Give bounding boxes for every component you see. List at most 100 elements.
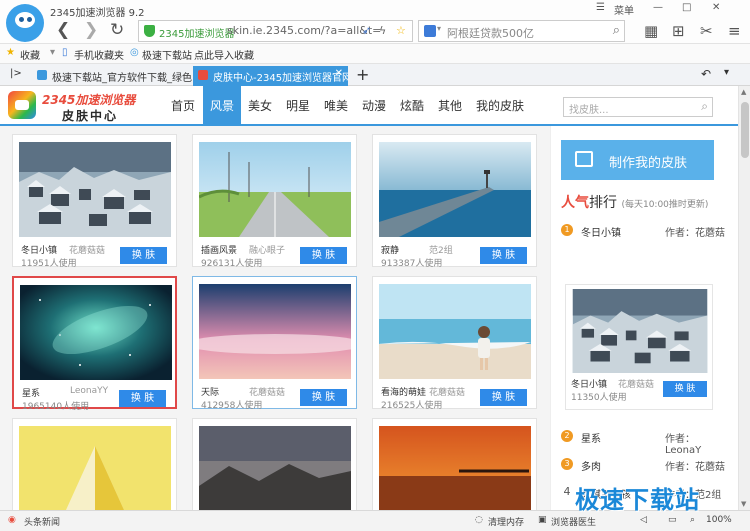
skin-center-logo-icon[interactable] — [8, 91, 36, 119]
bookmark-mobile[interactable]: 手机收藏夹 — [74, 47, 124, 62]
skin-name: 插画风景 — [201, 246, 238, 256]
nav-item[interactable]: 首页 — [163, 86, 203, 124]
skin-search-input[interactable]: 找皮肤... ⌕ — [563, 97, 713, 117]
skin-card[interactable]: 看海的萌娃 花蘑菇菇 216525人使用 换 肤 — [372, 276, 537, 411]
skin-card[interactable] — [192, 418, 357, 510]
skin-thumbnail[interactable] — [19, 142, 171, 237]
nav-item[interactable]: 唯美 — [317, 86, 355, 124]
search-icon[interactable]: ⌕ — [613, 23, 620, 38]
featured-apply-button[interactable]: 换 肤 — [663, 381, 707, 397]
apply-skin-button[interactable]: 换 肤 — [119, 390, 166, 407]
nav-item[interactable]: 明星 — [279, 86, 317, 124]
skin-grid: 冬日小镇 花蘑菇菇 11951人使用换 肤插画风景 融心眼子 926131人使用换 肤寂… — [0, 126, 550, 510]
title-bar: 2345加速浏览器 9.2 ❮ ❯ ↻ 2345加速浏览器 skin.ie.23… — [0, 0, 750, 44]
apply-skin-button[interactable]: 换 肤 — [300, 247, 347, 264]
scroll-down-icon[interactable]: ▼ — [741, 500, 746, 508]
skin-thumbnail[interactable] — [199, 142, 351, 237]
address-bar[interactable]: 2345加速浏览器 skin.ie.2345.com/?a=all&t= ➶ ϟ… — [138, 20, 413, 42]
tab-bar: |> 极速下载站_官方软件下载_绿色 皮肤中心-2345加速浏览器官网 ✕ + … — [0, 64, 750, 86]
menu-button[interactable]: 菜单 — [614, 2, 634, 17]
rank-name[interactable]: 星系 — [581, 430, 601, 445]
skin-thumbnail[interactable] — [199, 426, 351, 510]
volume-icon[interactable]: ◁ — [640, 515, 647, 525]
nav-item[interactable]: 动漫 — [355, 86, 393, 124]
scissors-icon[interactable]: ✂ — [700, 22, 713, 40]
rank-number: 2 — [561, 430, 573, 442]
skin-card[interactable]: 寂静 范2组 913387人使用 换 肤 — [372, 134, 537, 269]
search-box[interactable]: ▾ 阿根廷贷款500亿 ⌕ — [418, 20, 625, 42]
skin-search-placeholder[interactable]: 找皮肤... — [569, 101, 609, 116]
skin-thumbnail[interactable] — [19, 426, 171, 510]
page-content: 2345加速浏览器 皮肤中心 首页 风景 美女 明星 唯美 动漫 炫酷 其他 我的皮肤 找皮肤.… — [0, 86, 738, 510]
rank-name[interactable]: 冬日小镇 — [581, 224, 621, 239]
shirt-icon[interactable]: ☰ — [596, 2, 605, 13]
window-icon[interactable]: ▭ — [668, 515, 677, 525]
featured-skin-image[interactable] — [571, 289, 709, 373]
nav-item[interactable]: 美女 — [241, 86, 279, 124]
tab-label: 皮肤中心-2345加速浏览器官网 — [213, 73, 348, 84]
back-button[interactable]: ❮ — [56, 20, 70, 40]
nav-item[interactable]: 其他 — [431, 86, 469, 124]
scroll-up-icon[interactable]: ▲ — [741, 88, 746, 96]
apps-icon[interactable]: ⊞ — [672, 22, 685, 40]
grid-icon[interactable]: ▦ — [644, 22, 658, 40]
skin-card[interactable]: 天际 花蘑菇菇 412958人使用 换 肤 — [192, 276, 357, 411]
url-text[interactable]: skin.ie.2345.com/?a=all&t= — [227, 24, 381, 37]
skin-card[interactable]: 冬日小镇 花蘑菇菇 11951人使用 换 肤 — [12, 134, 177, 269]
chevron-down-icon[interactable]: ▾ — [50, 47, 55, 58]
apply-skin-button[interactable]: 换 肤 — [480, 247, 527, 264]
sidebar-toggle-icon[interactable]: |> — [10, 68, 22, 79]
scroll-thumb[interactable] — [741, 102, 749, 158]
nav-item[interactable]: 我的皮肤 — [469, 86, 531, 124]
skin-thumbnail[interactable] — [199, 284, 351, 379]
new-tab-button[interactable]: + — [356, 65, 369, 84]
skin-thumbnail[interactable] — [379, 142, 531, 237]
rocket-icon[interactable]: ➶ — [362, 24, 371, 37]
site-brand[interactable]: 2345加速浏览器 — [42, 91, 135, 108]
bookmark-favorites[interactable]: 收藏 — [20, 47, 40, 62]
skin-author: 花蘑菇菇 — [69, 246, 106, 256]
maximize-button[interactable]: □ — [682, 2, 691, 13]
skin-card[interactable]: 星系 LeonaYY 1965140人使用 换 肤 — [12, 276, 177, 412]
apply-skin-button[interactable]: 换 肤 — [120, 247, 167, 264]
minimize-button[interactable]: — — [653, 2, 663, 13]
undo-icon[interactable]: ↶ — [701, 67, 711, 81]
more-icon[interactable]: ≡ — [728, 22, 741, 40]
apply-skin-button[interactable]: 换 肤 — [300, 389, 347, 406]
scrollbar[interactable]: ▲ ▼ — [738, 86, 750, 510]
skin-thumbnail[interactable] — [379, 284, 531, 379]
browser-doctor-button[interactable]: 浏览器医生 — [551, 515, 596, 528]
skin-thumbnail[interactable] — [379, 426, 531, 510]
shield-icon — [144, 25, 155, 37]
featured-skin[interactable]: 冬日小镇 花蘑菇菇 11350人使用 换 肤 — [565, 284, 713, 410]
favorite-star-icon[interactable]: ☆ — [396, 24, 406, 37]
lightning-icon[interactable]: ϟ — [379, 24, 386, 37]
refresh-button[interactable]: ↻ — [110, 20, 124, 40]
forward-button[interactable]: ❯ — [84, 20, 98, 40]
news-link[interactable]: 头条新闻 — [24, 515, 60, 528]
tab-jisu[interactable]: 极速下载站_官方软件下载_绿色 — [32, 66, 192, 86]
rank-name[interactable]: 多肉 — [581, 458, 601, 473]
bookmark-jisu[interactable]: 极速下载站 — [142, 47, 192, 62]
chevron-down-icon[interactable]: ▾ — [437, 24, 441, 33]
star-icon: ★ — [6, 47, 15, 58]
close-button[interactable]: ✕ — [712, 2, 720, 13]
search-text[interactable]: 阿根廷贷款500亿 — [447, 25, 534, 41]
skin-card[interactable] — [372, 418, 537, 510]
apply-skin-button[interactable]: 换 肤 — [480, 389, 527, 406]
make-skin-button[interactable]: 制作我的皮肤 — [561, 140, 714, 180]
clean-memory-button[interactable]: 清理内存 — [488, 515, 524, 528]
tab-close-icon[interactable]: ✕ — [335, 68, 343, 79]
tab-list-icon[interactable]: ▾ — [724, 67, 729, 78]
zoom-icon[interactable]: ⌕ — [690, 515, 695, 525]
skin-card[interactable]: 插画风景 融心眼子 926131人使用 换 肤 — [192, 134, 357, 269]
zoom-level[interactable]: 100% — [706, 515, 732, 525]
search-icon[interactable]: ⌕ — [701, 99, 708, 114]
skin-card[interactable] — [12, 418, 177, 510]
bookmark-import[interactable]: 点此导入收藏 — [194, 47, 254, 62]
nav-item[interactable]: 风景 — [203, 86, 241, 124]
nav-item[interactable]: 炫酷 — [393, 86, 431, 124]
skin-thumbnail[interactable] — [20, 285, 172, 380]
tab-skin-center[interactable]: 皮肤中心-2345加速浏览器官网 ✕ — [193, 66, 348, 86]
search-engine-icon[interactable] — [424, 25, 436, 37]
